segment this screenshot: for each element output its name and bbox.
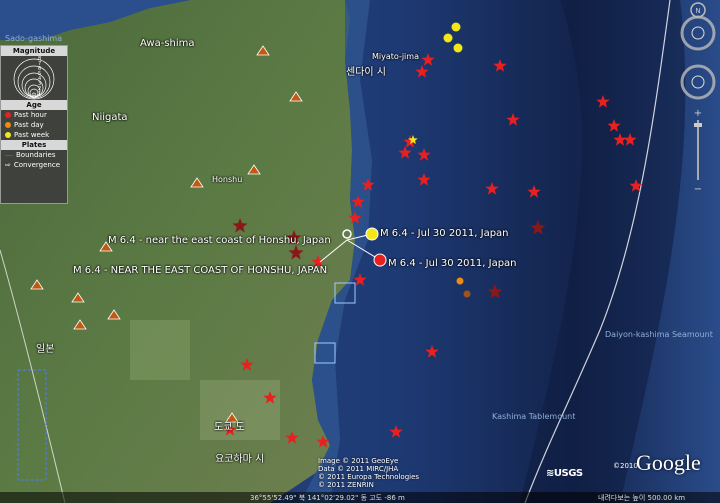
earthquake-dot-icon[interactable]	[443, 33, 453, 43]
usgs-logo: ≋USGS	[546, 468, 583, 479]
google-copyright: ©2010	[613, 462, 638, 470]
past-week-dot-icon	[5, 132, 11, 138]
place-daiyon-seamount[interactable]: Daiyon-kashima Seamount	[605, 330, 713, 339]
magnitude-numbers: 87654321	[38, 57, 41, 97]
look-center-icon[interactable]	[691, 26, 705, 40]
magnitude-scale: 87654321	[1, 56, 67, 100]
legend-row-past-hour: Past hour	[1, 110, 67, 120]
zoom-out-icon[interactable]: −	[694, 184, 702, 195]
earthquake-dot-icon[interactable]	[463, 290, 471, 298]
legend-panel: Magnitude 87654321 Age Past hour Past da…	[0, 45, 68, 204]
place-miyato[interactable]: Miyato-jima	[372, 52, 419, 61]
status-coordinates: 36°55'52.49" 북 141°02'29.02" 동 고도 -86 m	[250, 494, 405, 502]
attribution-line: Image © 2011 GeoEye	[318, 457, 399, 465]
attribution-line: © 2011 ZENRIN	[318, 481, 374, 489]
zoom-slider-handle[interactable]	[694, 123, 702, 127]
move-ring-icon[interactable]	[680, 64, 716, 100]
look-ring-icon[interactable]	[680, 15, 716, 51]
place-honshu[interactable]: Honshu	[212, 175, 242, 184]
legend-past-day: Past day	[14, 121, 44, 129]
place-niigata[interactable]: Niigata	[92, 112, 128, 123]
google-logo: Google	[636, 450, 701, 475]
place-tokyo[interactable]: 도쿄 도	[214, 418, 245, 433]
magnitude-circles-icon	[13, 58, 55, 100]
attribution-line: © 2011 Europa Technologies	[318, 473, 420, 481]
legend-convergence: Convergence	[13, 161, 61, 169]
attribution-line: Data © 2011 MIRC/JHA	[318, 465, 399, 473]
legend-row-past-week: Past week	[1, 130, 67, 140]
legend-boundaries: Boundaries	[16, 151, 56, 159]
earthquake-dot-icon[interactable]	[453, 43, 463, 53]
boundary-line-icon	[5, 154, 13, 156]
place-awashima[interactable]: Awa-shima	[140, 38, 195, 49]
quake-label-4[interactable]: M 6.4 - Jul 30 2011, Japan	[388, 258, 517, 269]
legend-past-week: Past week	[14, 131, 50, 139]
past-day-dot-icon	[5, 122, 11, 128]
legend-row-past-day: Past day	[1, 120, 67, 130]
place-kashima-tablemount[interactable]: Kashima Tablemount	[492, 412, 575, 421]
status-bar: 36°55'52.49" 북 141°02'29.02" 동 고도 -86 m …	[0, 492, 720, 503]
past-hour-dot-icon	[5, 112, 11, 118]
legend-past-hour: Past hour	[14, 111, 47, 119]
quake-circle-red[interactable]	[373, 253, 387, 267]
place-sendai[interactable]: 센다이 시	[346, 63, 386, 78]
quake-label-1[interactable]: M 6.4 - near the east coast of Honshu, J…	[108, 235, 331, 246]
zoom-in-icon[interactable]: +	[694, 108, 702, 119]
move-center-icon[interactable]	[691, 75, 705, 89]
convergence-arrow-icon: ⇨	[5, 161, 11, 169]
legend-age-title: Age	[1, 100, 67, 110]
quake-label-2[interactable]: M 6.4 - Jul 30 2011, Japan	[380, 228, 509, 239]
legend-magnitude-title: Magnitude	[1, 46, 67, 56]
navigation-controls[interactable]: N + −	[672, 0, 720, 200]
attribution: Image © 2011 GeoEye Data © 2011 MIRC/JHA…	[318, 457, 419, 489]
earthquake-dot-icon[interactable]	[451, 22, 461, 32]
magnitude-number: 1	[38, 91, 42, 97]
quake-label-3[interactable]: M 6.4 - NEAR THE EAST COAST OF HONSHU, J…	[73, 265, 327, 276]
legend-row-convergence: ⇨ Convergence	[1, 160, 67, 170]
farmland-patch	[130, 320, 190, 380]
place-japan[interactable]: 일본	[36, 340, 54, 355]
status-eye-altitude: 내려다보는 높이 500.00 km	[598, 494, 686, 502]
north-icon[interactable]: N	[695, 7, 700, 15]
place-yokohama[interactable]: 요코하마 시	[215, 450, 264, 465]
legend-row-boundaries: Boundaries	[1, 150, 67, 160]
earthquake-dot-icon[interactable]	[456, 277, 464, 285]
quake-circle-yellow[interactable]	[365, 227, 379, 241]
place-sadogashima[interactable]: Sado-gashima	[5, 34, 62, 43]
legend-plates-title: Plates	[1, 140, 67, 150]
